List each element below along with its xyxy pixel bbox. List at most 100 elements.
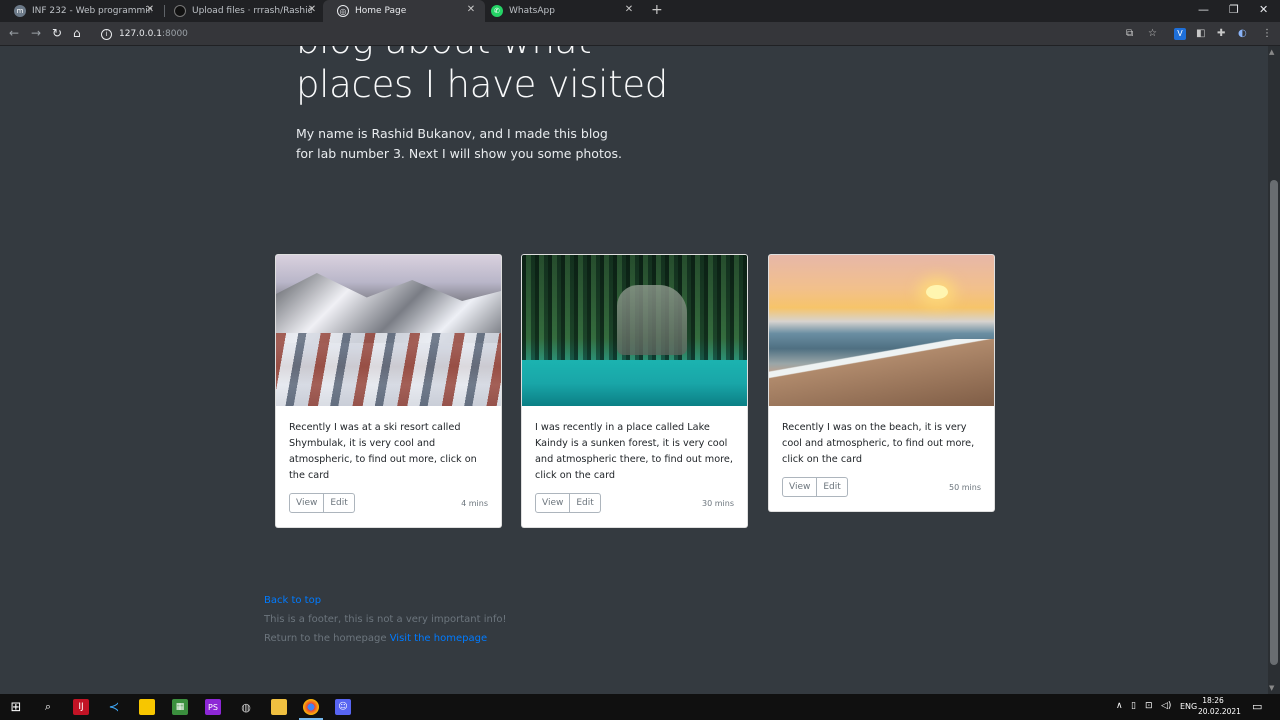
edit-button[interactable]: Edit <box>817 477 848 497</box>
scroll-up-icon[interactable]: ▲ <box>1269 48 1274 56</box>
scrollbar-thumb[interactable] <box>1270 180 1278 665</box>
card-shymbulak[interactable]: Recently I was at a ski resort called Sh… <box>275 254 502 528</box>
tab-title: WhatsApp <box>509 6 555 16</box>
tab-title: Upload files · rrrash/RashidBukan <box>192 6 312 16</box>
back-to-top-link[interactable]: Back to top <box>264 595 321 606</box>
extension-icon[interactable]: ◧ <box>1196 28 1205 39</box>
card-time: 30 mins <box>702 498 734 508</box>
tab-home-page[interactable]: ◎ Home Page ✕ <box>323 0 485 22</box>
view-button[interactable]: View <box>535 493 571 513</box>
windows-taskbar: ⊞ ⌕ IJ ≺ ▦ PS ◍ ☺ ∧ ▯ ⊡ ◁) ENG 18:26 20.… <box>0 694 1280 720</box>
visit-homepage-link[interactable]: Visit the homepage <box>390 633 487 644</box>
scroll-down-icon[interactable]: ▼ <box>1269 684 1274 692</box>
page-viewport: blog about what places I have visited My… <box>0 46 1268 694</box>
tab-upload-files[interactable]: Upload files · rrrash/RashidBukan ✕ <box>160 0 326 22</box>
restore-icon[interactable]: ❐ <box>1229 3 1239 16</box>
github-icon <box>174 5 186 17</box>
browser-toolbar: ← → ↻ ⌂ i 127.0.0.1:8000 ⧉ ☆ V ◧ ✚ ◐ ⋮ <box>0 22 1280 46</box>
card-footer-row: View Edit 4 mins <box>289 493 488 513</box>
window-close-icon[interactable]: ✕ <box>1259 3 1268 16</box>
address-url: 127.0.0.1:8000 <box>119 29 188 39</box>
shore-shape <box>769 339 994 406</box>
view-button[interactable]: View <box>289 493 325 513</box>
battery-icon[interactable]: ▯ <box>1131 701 1136 711</box>
whatsapp-icon: ✆ <box>491 5 503 17</box>
excel-like-icon[interactable]: ▦ <box>172 699 188 715</box>
close-icon[interactable]: ✕ <box>144 4 156 15</box>
card-text: Recently I was on the beach, it is very … <box>782 422 975 465</box>
resort-buildings <box>276 333 501 406</box>
sticky-notes-icon[interactable] <box>139 699 155 715</box>
card-image-beach[interactable] <box>769 255 994 406</box>
tray-chevron-icon[interactable]: ∧ <box>1116 701 1123 711</box>
hero-lead: My name is Rashid Bukanov, and I made th… <box>296 126 622 161</box>
back-icon[interactable]: ← <box>9 26 19 40</box>
card-time: 50 mins <box>949 482 981 492</box>
edit-button[interactable]: Edit <box>324 493 355 513</box>
page-footer: Back to top This is a footer, this is no… <box>264 591 506 648</box>
rock-shape <box>617 285 687 355</box>
card-beach[interactable]: Recently I was on the beach, it is very … <box>768 254 995 512</box>
card-lake-kaindy[interactable]: I was recently in a place called Lake Ka… <box>521 254 748 528</box>
file-explorer-icon[interactable] <box>271 699 287 715</box>
close-icon[interactable]: ✕ <box>465 4 477 15</box>
menu-icon[interactable]: ⋮ <box>1262 28 1272 39</box>
card-footer-row: View Edit 50 mins <box>782 477 981 497</box>
view-button[interactable]: View <box>782 477 818 497</box>
moodle-icon: m <box>14 5 26 17</box>
url-host: 127.0.0.1 <box>119 29 162 39</box>
phpstorm-icon[interactable]: PS <box>205 699 221 715</box>
edit-button[interactable]: Edit <box>570 493 601 513</box>
close-icon[interactable]: ✕ <box>623 4 635 15</box>
sun-shape <box>926 285 948 299</box>
extension-v-icon[interactable]: V <box>1174 28 1186 40</box>
app-icon[interactable]: ◍ <box>238 699 254 715</box>
card-body: Recently I was at a ski resort called Sh… <box>276 406 501 527</box>
tab-title: Home Page <box>355 6 407 16</box>
clock-date: 20.02.2021 <box>1198 707 1241 716</box>
tab-inf232[interactable]: m INF 232 - Web programming: ba ✕ <box>0 0 164 22</box>
volume-icon[interactable]: ◁) <box>1161 701 1171 711</box>
windows-start-icon[interactable]: ⊞ <box>8 699 24 715</box>
card-button-group: View Edit <box>289 493 355 513</box>
address-bar[interactable]: i 127.0.0.1:8000 <box>92 25 1172 43</box>
close-icon[interactable]: ✕ <box>306 4 318 15</box>
bookmark-star-icon[interactable]: ☆ <box>1148 28 1157 39</box>
network-icon[interactable]: ⊡ <box>1145 701 1153 711</box>
vscode-icon[interactable]: ≺ <box>106 699 122 715</box>
hero-heading-line: blog about what <box>296 46 668 63</box>
reload-icon[interactable]: ↻ <box>52 26 62 40</box>
profile-icon[interactable]: ◐ <box>1238 28 1247 39</box>
card-body: Recently I was on the beach, it is very … <box>769 406 994 511</box>
search-icon[interactable]: ⌕ <box>40 699 56 715</box>
tab-title: INF 232 - Web programming: ba <box>32 6 152 16</box>
chrome-icon[interactable] <box>303 699 319 715</box>
footer-note: This is a footer, this is not a very imp… <box>264 614 507 625</box>
card-button-group: View Edit <box>782 477 848 497</box>
notifications-icon[interactable]: ▭ <box>1252 700 1262 713</box>
footer-return-text: Return to the homepage <box>264 633 387 644</box>
card-time: 4 mins <box>461 498 488 508</box>
forward-icon[interactable]: → <box>31 26 41 40</box>
translate-icon[interactable]: ⧉ <box>1126 28 1133 39</box>
globe-icon: ◎ <box>337 5 349 17</box>
home-icon[interactable]: ⌂ <box>73 26 81 40</box>
site-info-icon[interactable]: i <box>101 28 112 40</box>
language-indicator[interactable]: ENG <box>1180 702 1197 711</box>
minimize-icon[interactable]: — <box>1198 3 1209 16</box>
discord-icon[interactable]: ☺ <box>335 699 351 715</box>
new-tab-button[interactable]: + <box>651 2 663 18</box>
extensions-puzzle-icon[interactable]: ✚ <box>1217 28 1225 39</box>
card-text: I was recently in a place called Lake Ka… <box>535 422 733 481</box>
clock-time: 18:26 <box>1202 696 1224 705</box>
card-image-lake[interactable] <box>522 255 747 406</box>
card-text: Recently I was at a ski resort called Sh… <box>289 422 477 481</box>
hero-heading-line: places I have visited <box>296 63 668 106</box>
intellij-icon[interactable]: IJ <box>73 699 89 715</box>
tab-whatsapp[interactable]: ✆ WhatsApp ✕ <box>477 0 643 22</box>
card-image-ski-resort[interactable] <box>276 255 501 406</box>
card-footer-row: View Edit 30 mins <box>535 493 734 513</box>
footer-return-line: Return to the homepage Visit the homepag… <box>264 629 506 648</box>
url-port: :8000 <box>161 29 188 39</box>
system-clock[interactable]: 18:26 20.02.2021 <box>1198 695 1241 717</box>
